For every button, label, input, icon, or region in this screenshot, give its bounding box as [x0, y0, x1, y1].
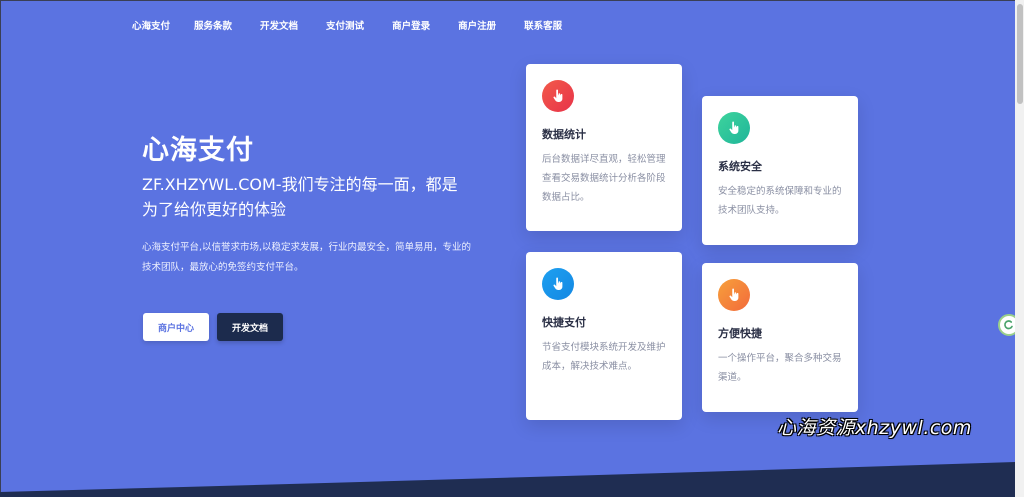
hand-pointer-icon: [718, 279, 750, 311]
feature-card-system-security: 系统安全 安全稳定的系统保障和专业的技术团队支持。: [702, 96, 858, 245]
nav-item-pay-test[interactable]: 支付测试: [326, 19, 364, 35]
feature-title: 快捷支付: [542, 316, 586, 329]
nav-item-brand[interactable]: 心海支付: [132, 19, 170, 35]
feature-description: 安全稳定的系统保障和专业的技术团队支持。: [718, 186, 842, 216]
scrollbar-thumb[interactable]: [1017, 4, 1023, 104]
feature-description: 节省支付模块系统开发及维护成本，解决技术难点。: [542, 342, 666, 372]
hero-description: 心海支付平台,以信誉求市场,以稳定求发展，行业内最安全，简单易用，专业的技术团队…: [142, 242, 472, 273]
feature-card-convenient: 方便快捷 一个操作平台，聚合多种交易渠道。: [702, 263, 858, 412]
nav-item-merchant-register[interactable]: 商户注册: [458, 19, 496, 35]
dev-docs-button[interactable]: 开发文档: [217, 313, 283, 341]
window-frame-left: [0, 0, 1, 497]
merchant-center-button[interactable]: 商户中心: [143, 313, 209, 341]
feature-title: 系统安全: [718, 160, 762, 173]
top-navigation: 心海支付 服务条款 开发文档 支付测试 商户登录 商户注册 联系客服: [132, 19, 590, 35]
window-frame-top: [0, 0, 1024, 1]
feature-card-quick-pay: 快捷支付 节省支付模块系统开发及维护成本，解决技术难点。: [526, 252, 682, 420]
feature-description: 后台数据详尽直观，轻松管理查看交易数据统计分析各阶段数据占比。: [542, 154, 666, 203]
nav-item-contact-support[interactable]: 联系客服: [524, 19, 562, 35]
nav-item-merchant-login[interactable]: 商户登录: [392, 19, 430, 35]
hero-title: 心海支付: [142, 135, 254, 166]
hero-subtitle: ZF.XHZYWL.COM-我们专注的每一面，都是为了给你更好的体验: [142, 175, 458, 219]
nav-item-terms[interactable]: 服务条款: [194, 19, 232, 35]
hand-pointer-icon: [718, 112, 750, 144]
hand-pointer-icon: [542, 80, 574, 112]
hand-pointer-icon: [542, 268, 574, 300]
feature-description: 一个操作平台，聚合多种交易渠道。: [718, 353, 842, 383]
watermark-text: 心海资源xhzywl.com: [777, 417, 972, 439]
nav-item-dev-docs[interactable]: 开发文档: [260, 19, 298, 35]
feature-card-data-stats: 数据统计 后台数据详尽直观，轻松管理查看交易数据统计分析各阶段数据占比。: [526, 64, 682, 231]
feature-title: 数据统计: [542, 128, 586, 141]
vertical-scrollbar[interactable]: [1015, 0, 1024, 497]
feature-title: 方便快捷: [718, 327, 762, 340]
